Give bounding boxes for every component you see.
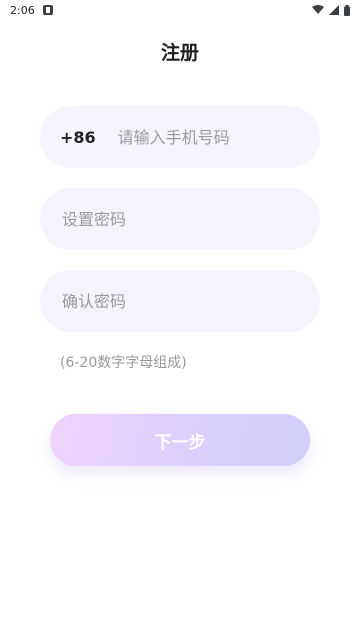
signal-icon (329, 5, 339, 15)
battery-icon (344, 4, 350, 16)
status-time: 2:06 (10, 3, 35, 17)
country-code: +86 (60, 127, 96, 147)
notification-icon (42, 5, 53, 15)
phone-input[interactable] (115, 126, 320, 148)
confirm-password-input[interactable] (60, 290, 300, 312)
page-title: 注册 (160, 42, 199, 64)
next-button[interactable]: 下一步 (50, 414, 310, 466)
wifi-icon (312, 5, 324, 14)
password-hint: (6-20数字字母组成) (60, 355, 187, 371)
password-input[interactable] (60, 208, 300, 230)
password-field[interactable] (40, 188, 320, 250)
status-bar: 2:06 (0, 0, 360, 20)
confirm-password-field[interactable] (40, 270, 320, 332)
phone-field[interactable]: +86 (40, 106, 320, 168)
